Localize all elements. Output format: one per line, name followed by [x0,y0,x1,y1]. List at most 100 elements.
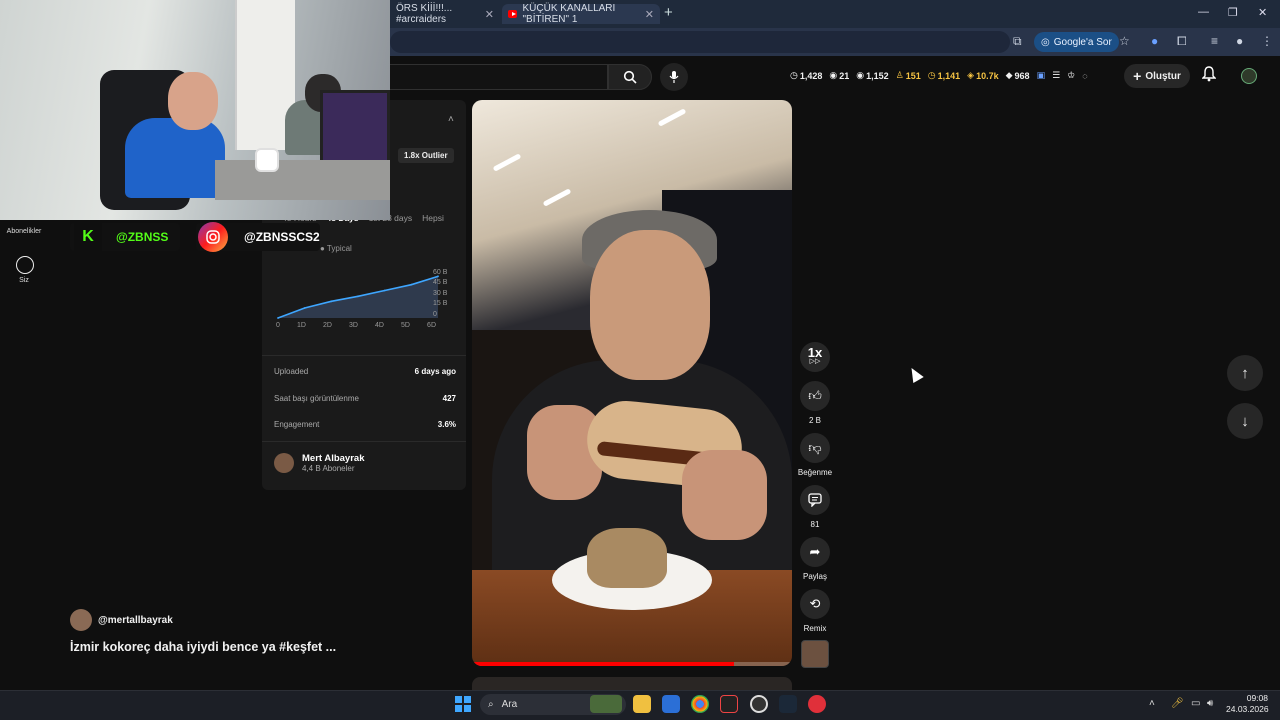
list-icon[interactable]: ☰ [1052,70,1060,81]
obs-icon[interactable] [750,695,768,713]
minimize-icon[interactable]: — [1198,6,1209,18]
notifications-bell-icon[interactable] [1201,66,1217,86]
previous-short-button[interactable]: ↑ [1227,355,1263,391]
address-bar[interactable] [390,31,1010,53]
chart-y-ticks: 60 B 45 B 30 B 15 B 0 [433,268,447,320]
account-avatar[interactable] [1241,68,1257,84]
instagram-logo-icon [198,222,228,252]
google-ask-button[interactable]: ◎ Google'a Sor [1034,32,1119,52]
speed-control[interactable]: 1x ▷▷ [800,342,830,372]
like-button[interactable]: 👍︎ [800,381,830,411]
comment-icon [808,493,822,507]
coin-icon: ◈ [967,70,975,80]
comments-action[interactable]: 81 [796,485,834,529]
profile-avatar-icon[interactable]: ● [1236,34,1243,48]
short-video-player[interactable] [472,100,792,666]
browser-menu-icon[interactable]: ⋮ [1261,34,1273,48]
bookmark-star-icon[interactable]: ☆ [1119,34,1130,48]
kick-logo-icon: K [74,223,102,251]
chrome-icon[interactable] [691,695,709,713]
dislike-action[interactable]: 👎︎ Beğenme [796,433,834,477]
close-tab-icon[interactable]: ✕ [485,8,494,21]
extensions-puzzle-icon[interactable]: ⧠ [1177,34,1187,49]
search-button[interactable] [608,64,652,90]
share-arrow-icon: ➦ [809,544,821,559]
microsoft-store-icon[interactable] [662,695,680,713]
next-short-peek[interactable] [472,677,792,691]
microphone-tray-icon[interactable]: 🎤︎ [1171,698,1184,709]
chart-y-tick: 15 B [433,300,448,308]
restore-icon[interactable]: ❐ [1228,6,1238,19]
stat-views: ◉ 1,152 [856,70,889,81]
share-action[interactable]: ➦ Paylaş [796,537,834,581]
tab-title: KÜÇÜK KANALLARI "BİTİREN" 1 [522,3,616,25]
create-button[interactable]: + Oluştur [1124,64,1190,88]
collapse-chevron-icon[interactable]: ˄ [448,114,454,125]
extension-badge-icon[interactable]: ▣ [1037,70,1046,81]
webcam-desk [215,160,390,200]
windows-start-icon[interactable] [455,696,471,712]
game-launcher-icon[interactable] [808,695,826,713]
like-count: 2 B [808,416,821,425]
playback-speed-button[interactable]: 1x ▷▷ [796,342,834,372]
instagram-badge: @ZBNSSCS2 [196,222,320,252]
browser-tab-active[interactable]: KÜÇÜK KANALLARI "BİTİREN" 1 ✕ [502,3,660,25]
eye-icon: ◉ [829,70,838,80]
media-control-icon[interactable]: ≡ [1211,34,1218,48]
close-tab-icon[interactable]: ✕ [645,8,654,21]
file-explorer-icon[interactable] [633,695,651,713]
steam-icon[interactable] [779,695,797,713]
dislike-label: Beğenme [797,468,833,477]
new-tab-icon[interactable]: + [664,4,673,21]
eye-icon: ◉ [856,70,865,80]
stat-coins: ◈ 10.7k [967,70,999,81]
stat-points: ◆ 968 [1005,70,1030,81]
dislike-button[interactable]: 👎︎ [800,433,830,463]
search-highlight-icon [590,695,622,713]
like-action[interactable]: 👍︎ 2 B [796,381,834,425]
voice-search-button[interactable] [660,63,688,91]
clock-icon: ◷ [790,70,798,80]
outlier-badge: 1.8x Outlier [398,148,454,163]
guide-you-label: Siz [19,277,29,284]
tray-chevron-icon[interactable]: ˄ [1149,698,1155,709]
trophy-icon[interactable]: ♔ [1067,70,1075,81]
kick-handle: @ZBNSS [116,230,169,244]
remix-icon: ⟲ [809,596,821,611]
video-progress-fill [472,662,735,666]
thumbs-down-icon: 👎︎ [808,440,822,455]
remix-button[interactable]: ⟲ [800,589,830,619]
taskbar-clock[interactable]: 09:08 24.03.2026 [1226,693,1269,715]
network-icon[interactable]: ▭ [1191,698,1200,709]
video-progress-bar[interactable] [472,662,792,666]
streaming-app-icon[interactable] [720,695,738,713]
sound-thumbnail[interactable] [801,640,829,668]
search-icon [623,70,637,84]
guide-subscriptions[interactable]: Abonelikler [0,228,48,235]
share-button[interactable]: ➦ [800,537,830,567]
guide-you[interactable]: Siz [0,277,48,284]
remix-action[interactable]: ⟲ Remix [796,589,834,633]
divider [262,355,466,356]
extension-icon[interactable]: ● [1151,34,1158,48]
chart-x-tick: 4D [375,322,384,329]
share-label: Paylaş [802,572,827,581]
guide-subscriptions-label: Abonelikler [6,228,42,235]
volume-icon[interactable]: 🔊︎ [1207,698,1213,709]
short-caption[interactable]: İzmir kokoreç daha iyiydi bence ya #keşf… [70,640,336,654]
search-input[interactable] [390,64,608,90]
next-short-button[interactable]: ↓ [1227,403,1263,439]
cast-icon[interactable]: ⧉ [1013,34,1022,49]
video-wrapped-food [587,528,667,588]
kick-badge: K @ZBNSS [70,223,180,251]
tab-all[interactable]: Hepsi [422,213,444,223]
channel-row[interactable]: @mertallbayrak [70,609,173,631]
comments-button[interactable] [800,485,830,515]
creator-card[interactable]: Mert Albayrak 4,4 B Aboneler [274,453,364,473]
you-icon[interactable] [16,256,34,274]
close-window-icon[interactable]: ✕ [1258,6,1267,19]
channel-avatar[interactable] [70,609,92,631]
browser-tab[interactable]: ÖRS Kİİİ!!!... #arcraiders ✕ [390,3,500,25]
channel-handle[interactable]: @mertallbayrak [98,615,173,626]
chat-icon[interactable]: ◌ [1082,71,1087,81]
